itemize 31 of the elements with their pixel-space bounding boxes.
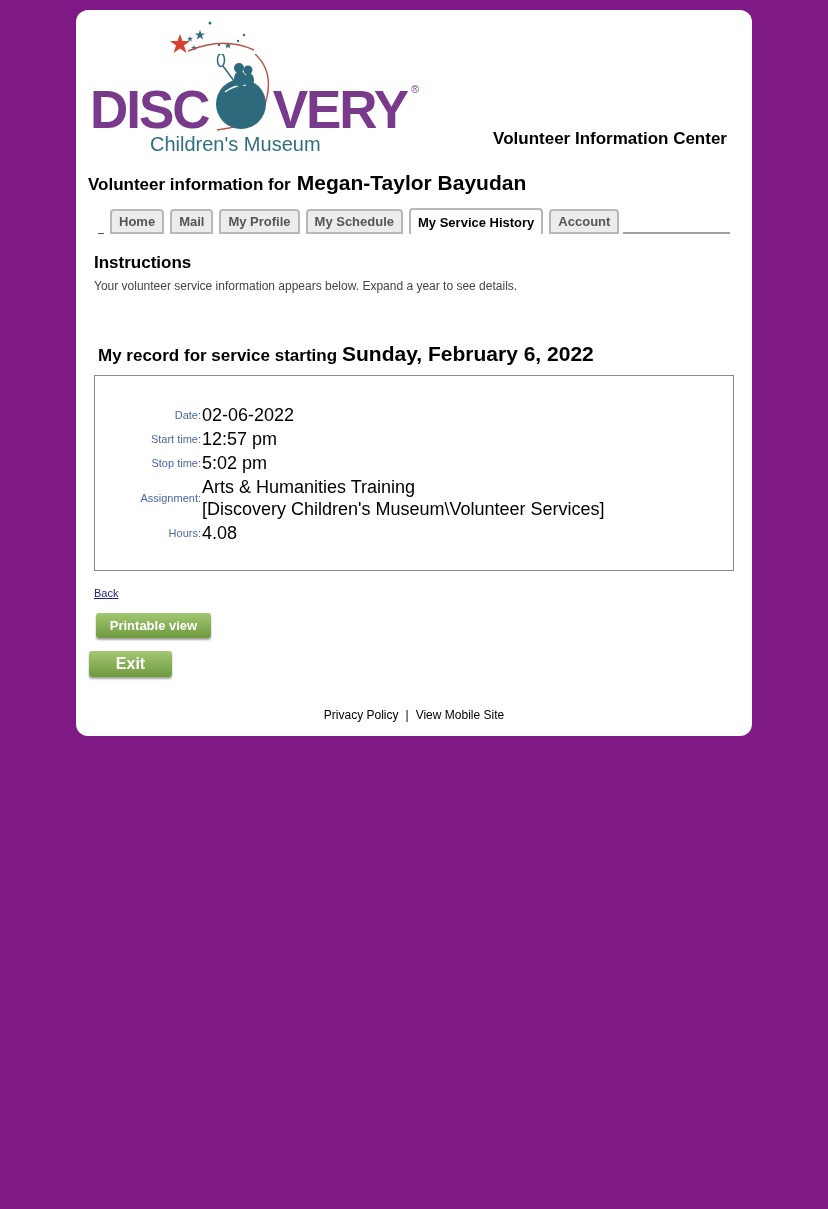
field-value: 02-06-2022 (202, 404, 295, 426)
field-label: Hours: (168, 527, 201, 539)
instructions-text: Your volunteer service information appears below. Expand a year to see details. (94, 279, 518, 293)
field-value: 5:02 pm (202, 452, 268, 474)
field-label: Stop time: (151, 457, 201, 469)
field-value: 12:57 pm (202, 428, 278, 450)
site-title: Volunteer Information Center (493, 129, 727, 149)
registered-mark: ® (411, 84, 420, 95)
field-label: Assignment: (140, 492, 201, 504)
nav-tab[interactable]: My Schedule (305, 209, 403, 234)
footer-link[interactable]: Privacy Policy (323, 708, 399, 722)
nav-tab[interactable]: My Service History (409, 208, 544, 234)
instructions-heading: Instructions (94, 253, 192, 273)
nav-tab[interactable]: Mail (170, 209, 214, 234)
record-heading-label: My record for service starting (98, 346, 338, 366)
volunteer-name: Megan-Taylor Bayudan (296, 171, 527, 195)
field-label: Date: (174, 409, 201, 421)
footer-separator: | (405, 708, 409, 722)
nav-tab[interactable]: Home (110, 209, 165, 234)
volunteer-label: Volunteer information for (88, 175, 291, 195)
logo-subtitle: Children's Museum (150, 133, 321, 155)
logo-wordmark: VERY (272, 83, 407, 136)
nav-tab[interactable]: My Profile (219, 209, 300, 234)
logo-wordmark: DISC (90, 83, 209, 136)
nav-tab[interactable]: Account (549, 209, 620, 234)
field-value: 4.08 (202, 522, 238, 544)
back-link[interactable]: Back (94, 587, 119, 599)
field-label: Start time: (150, 433, 201, 445)
field-value: Arts & Humanities Training [Discovery Children's Museum\Volunteer Services] (202, 476, 605, 520)
record-date: Sunday, February 6, 2022 (342, 342, 594, 366)
footer-link[interactable]: View Mobile Site (415, 708, 505, 722)
